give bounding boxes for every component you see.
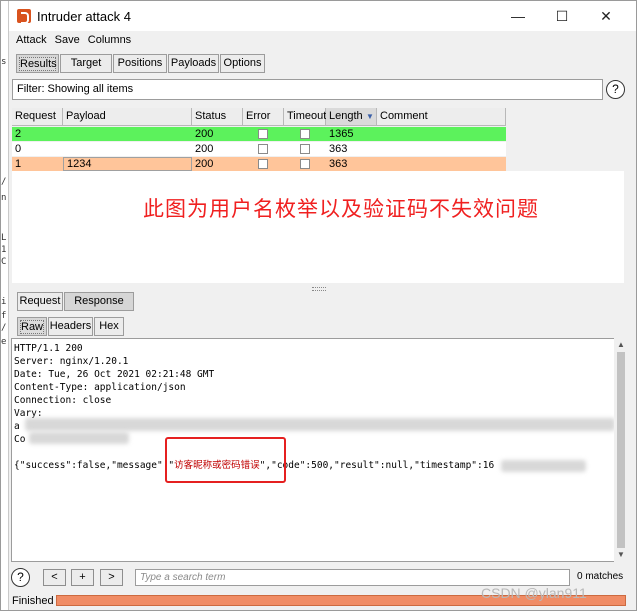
column-payload[interactable]: Payload (63, 108, 192, 126)
help-icon[interactable]: ? (606, 80, 625, 99)
tab-payloads[interactable]: Payloads (168, 54, 219, 73)
table-empty-area (12, 171, 624, 283)
column-length[interactable]: Length ▼ (326, 108, 377, 126)
column-request[interactable]: Request (12, 108, 63, 126)
match-count: 0 matches (577, 571, 624, 582)
add-match-button[interactable]: + (71, 569, 94, 586)
timeout-checkbox (300, 159, 310, 169)
cell-payload (63, 142, 66, 156)
cell-status: 200 (195, 158, 214, 170)
cell-comment (377, 157, 380, 171)
column-timeout[interactable]: Timeout (284, 108, 326, 126)
window-title: Intruder attack 4 (37, 9, 131, 24)
sort-down-icon: ▼ (366, 112, 374, 121)
response-text-area[interactable]: HTTP/1.1 200 Server: nginx/1.20.1 Date: … (11, 338, 616, 562)
tab-positions[interactable]: Positions (113, 54, 167, 73)
previous-match-button[interactable]: < (43, 569, 66, 586)
menu-attack[interactable]: Attack (16, 31, 47, 49)
response-scrollbar[interactable]: ▲ ▼ (614, 338, 628, 562)
cell-status: 200 (195, 128, 214, 140)
column-error[interactable]: Error (243, 108, 284, 126)
response-body: HTTP/1.1 200 Server: nginx/1.20.1 Date: … (14, 343, 495, 471)
table-header: Request Payload Status Error Timeout Len… (12, 108, 506, 126)
cell-length: 1365 (329, 128, 354, 140)
burp-app-icon (17, 9, 31, 24)
tab-raw[interactable]: Raw (17, 317, 47, 336)
cell-request: 2 (15, 128, 22, 140)
maximize-button[interactable]: ☐ (547, 5, 577, 27)
table-row[interactable]: 0 200 363 (12, 142, 506, 156)
intruder-window: s / n L 1 C i f / e Intruder attack 4 — … (0, 0, 637, 611)
cell-payload (63, 127, 66, 141)
tab-request[interactable]: Request (17, 292, 63, 311)
cell-length: 363 (329, 143, 348, 155)
table-row[interactable]: 1 1234 200 363 (12, 157, 506, 171)
next-match-button[interactable]: > (100, 569, 123, 586)
timeout-checkbox (300, 144, 310, 154)
cell-length: 363 (329, 158, 348, 170)
background-editor-strip: s / n L 1 C i f / e (1, 1, 9, 610)
search-help-icon[interactable]: ? (11, 568, 30, 587)
tab-hex[interactable]: Hex (94, 317, 124, 336)
status-text: Finished (12, 595, 54, 607)
search-input[interactable]: Type a search term (135, 569, 570, 586)
scroll-up-icon[interactable]: ▲ (616, 340, 626, 350)
timeout-checkbox (300, 129, 310, 139)
scroll-down-icon[interactable]: ▼ (616, 550, 626, 560)
tab-results[interactable]: Results (16, 54, 59, 73)
cell-request: 0 (15, 143, 22, 155)
error-checkbox (258, 144, 268, 154)
filter-bar[interactable]: Filter: Showing all items (12, 79, 603, 100)
watermark: CSDN @ylan911 (481, 585, 587, 601)
cell-status: 200 (195, 143, 214, 155)
pane-splitter[interactable] (12, 285, 624, 291)
cell-comment (377, 142, 380, 156)
cell-payload: 1234 (63, 157, 192, 171)
column-comment[interactable]: Comment (377, 108, 506, 126)
menu-columns[interactable]: Columns (88, 31, 131, 49)
annotation-text: 此图为用户名枚举以及验证码不失效问题 (143, 197, 539, 221)
error-checkbox (258, 129, 268, 139)
redacted-area (501, 460, 586, 472)
cell-request: 1 (15, 158, 22, 170)
table-row[interactable]: 2 200 1365 (12, 127, 506, 141)
minimize-button[interactable]: — (503, 5, 533, 27)
error-checkbox (258, 159, 268, 169)
close-button[interactable]: ✕ (591, 5, 621, 27)
cell-comment (377, 127, 380, 141)
tab-response[interactable]: Response (64, 292, 134, 311)
title-bar: Intruder attack 4 — ☐ ✕ (9, 1, 636, 31)
tab-headers[interactable]: Headers (48, 317, 93, 336)
scroll-thumb[interactable] (617, 352, 625, 548)
tab-options[interactable]: Options (220, 54, 265, 73)
highlight-box (165, 437, 286, 483)
redacted-area (29, 432, 129, 444)
column-status[interactable]: Status (192, 108, 243, 126)
menu-save[interactable]: Save (55, 31, 80, 49)
redacted-area (25, 418, 615, 431)
tab-target[interactable]: Target (60, 54, 112, 73)
menu-bar: Attack Save Columns (9, 31, 636, 49)
